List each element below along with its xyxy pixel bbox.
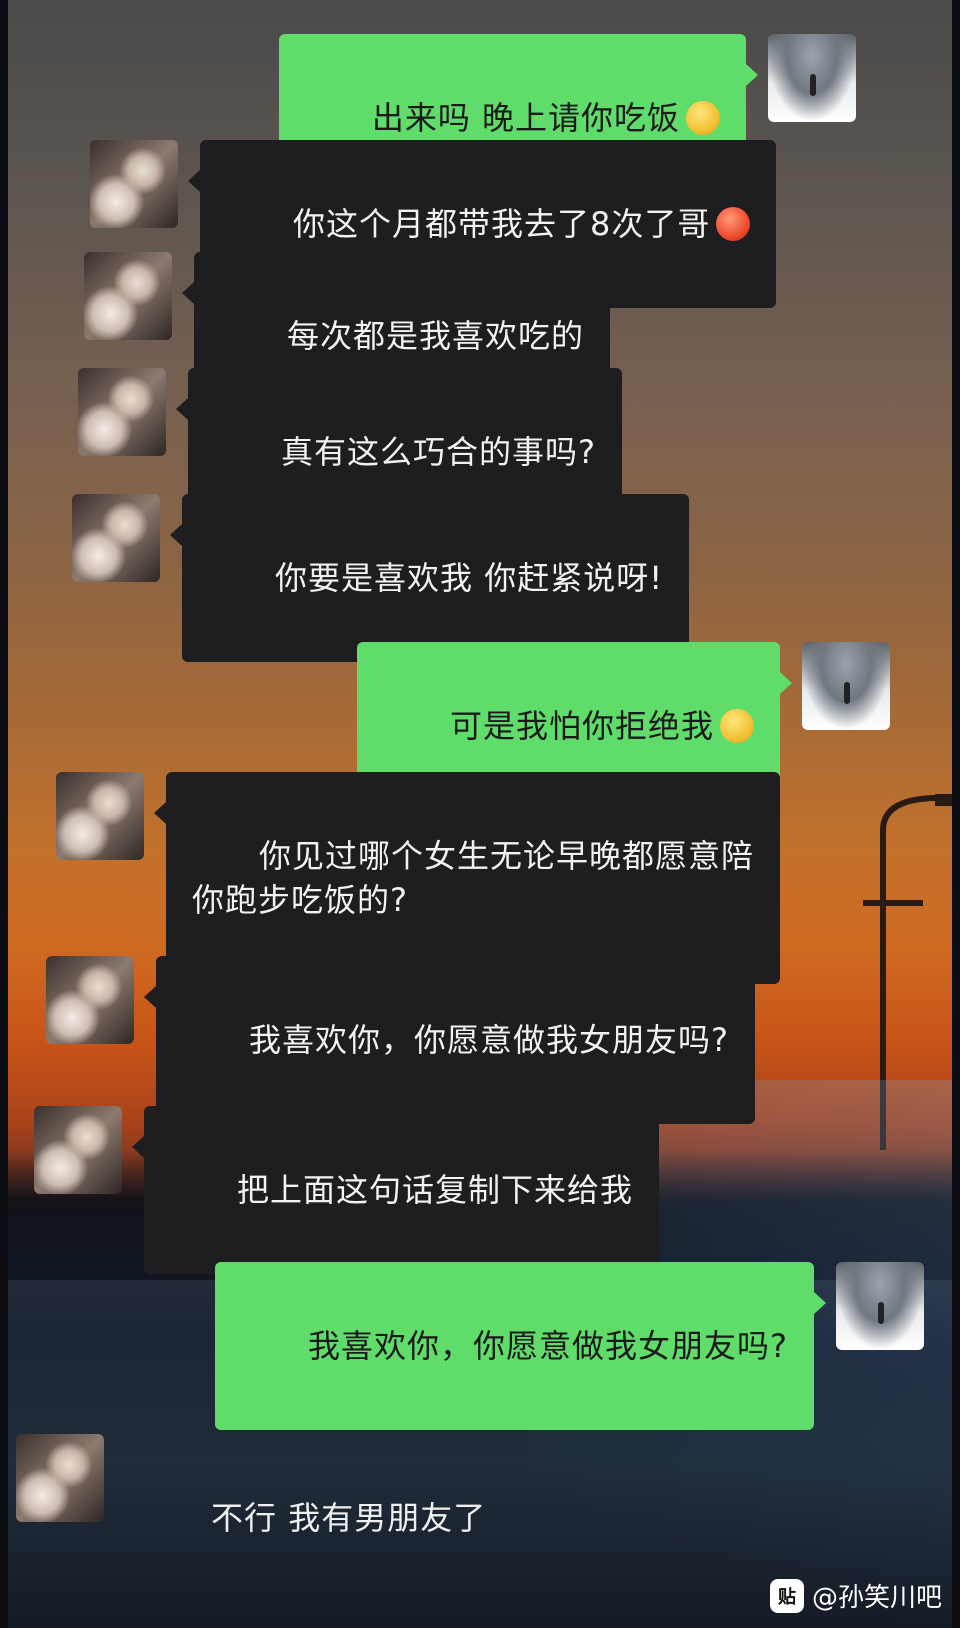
avatar[interactable] bbox=[768, 34, 856, 122]
chat-screen: 出来吗 晚上请你吃饭 你这个月都带我去了8次了哥 每次都是我喜欢吃的 真有这么巧… bbox=[8, 0, 952, 1628]
avatar[interactable] bbox=[84, 252, 172, 340]
blush-emoji-icon bbox=[716, 207, 751, 241]
avatar[interactable] bbox=[78, 368, 166, 456]
message-bubble[interactable]: 你要是喜欢我 你赶紧说呀! bbox=[169, 494, 690, 662]
avatar[interactable] bbox=[16, 1434, 104, 1522]
shy-emoji-icon bbox=[720, 709, 754, 743]
avatar[interactable] bbox=[836, 1262, 924, 1350]
message-text: 我喜欢你，你愿意做我女朋友吗? bbox=[308, 1327, 788, 1365]
message-text: 你见过哪个女生无论早晚都愿意陪 你跑步吃饭的? bbox=[192, 837, 755, 919]
message-text: 你要是喜欢我 你赶紧说呀! bbox=[275, 559, 664, 597]
chat-message-received: 把上面这句话复制下来给我 bbox=[34, 1106, 660, 1274]
chat-message-received: 不行 我有男朋友了 bbox=[16, 1434, 512, 1602]
message-text: 真有这么巧合的事吗? bbox=[281, 433, 597, 471]
message-text: 每次都是我喜欢吃的 bbox=[287, 317, 585, 355]
avatar[interactable] bbox=[46, 956, 134, 1044]
message-text: 出来吗 晚上请你吃饭 bbox=[371, 99, 680, 137]
message-bubble[interactable]: 我喜欢你，你愿意做我女朋友吗? bbox=[214, 1262, 827, 1430]
message-text: 把上面这句话复制下来给我 bbox=[237, 1171, 634, 1209]
message-bubble[interactable]: 你见过哪个女生无论早晚都愿意陪 你跑步吃饭的? bbox=[153, 772, 781, 984]
message-bubble[interactable]: 把上面这句话复制下来给我 bbox=[131, 1106, 660, 1274]
message-text: 我喜欢你，你愿意做我女朋友吗? bbox=[249, 1021, 730, 1059]
message-text: 你这个月都带我去了8次了哥 bbox=[293, 205, 711, 243]
chat-message-received: 我喜欢你，你愿意做我女朋友吗? bbox=[46, 956, 756, 1124]
avatar[interactable] bbox=[56, 772, 144, 860]
chat-message-sent: 我喜欢你，你愿意做我女朋友吗? bbox=[214, 1262, 924, 1430]
watermark-text: @孙笑川吧 bbox=[811, 1583, 942, 1613]
chat-message-received: 你要是喜欢我 你赶紧说呀! bbox=[72, 494, 690, 662]
chat-message-received: 你见过哪个女生无论早晚都愿意陪 你跑步吃饭的? bbox=[56, 772, 781, 984]
avatar[interactable] bbox=[802, 642, 890, 730]
avatar[interactable] bbox=[72, 494, 160, 582]
avatar[interactable] bbox=[34, 1106, 122, 1194]
avatar[interactable] bbox=[90, 140, 178, 228]
message-text: 可是我怕你拒绝我 bbox=[449, 707, 714, 745]
smile-emoji-icon bbox=[686, 101, 720, 135]
message-text-block[interactable]: 不行 我有男朋友了 bbox=[104, 1434, 512, 1602]
message-text: 不行 我有男朋友了 bbox=[211, 1499, 487, 1537]
watermark: 贴 @孙笑川吧 bbox=[769, 1577, 942, 1614]
tieba-logo-icon: 贴 bbox=[769, 1578, 804, 1613]
message-bubble[interactable]: 我喜欢你，你愿意做我女朋友吗? bbox=[143, 956, 756, 1124]
